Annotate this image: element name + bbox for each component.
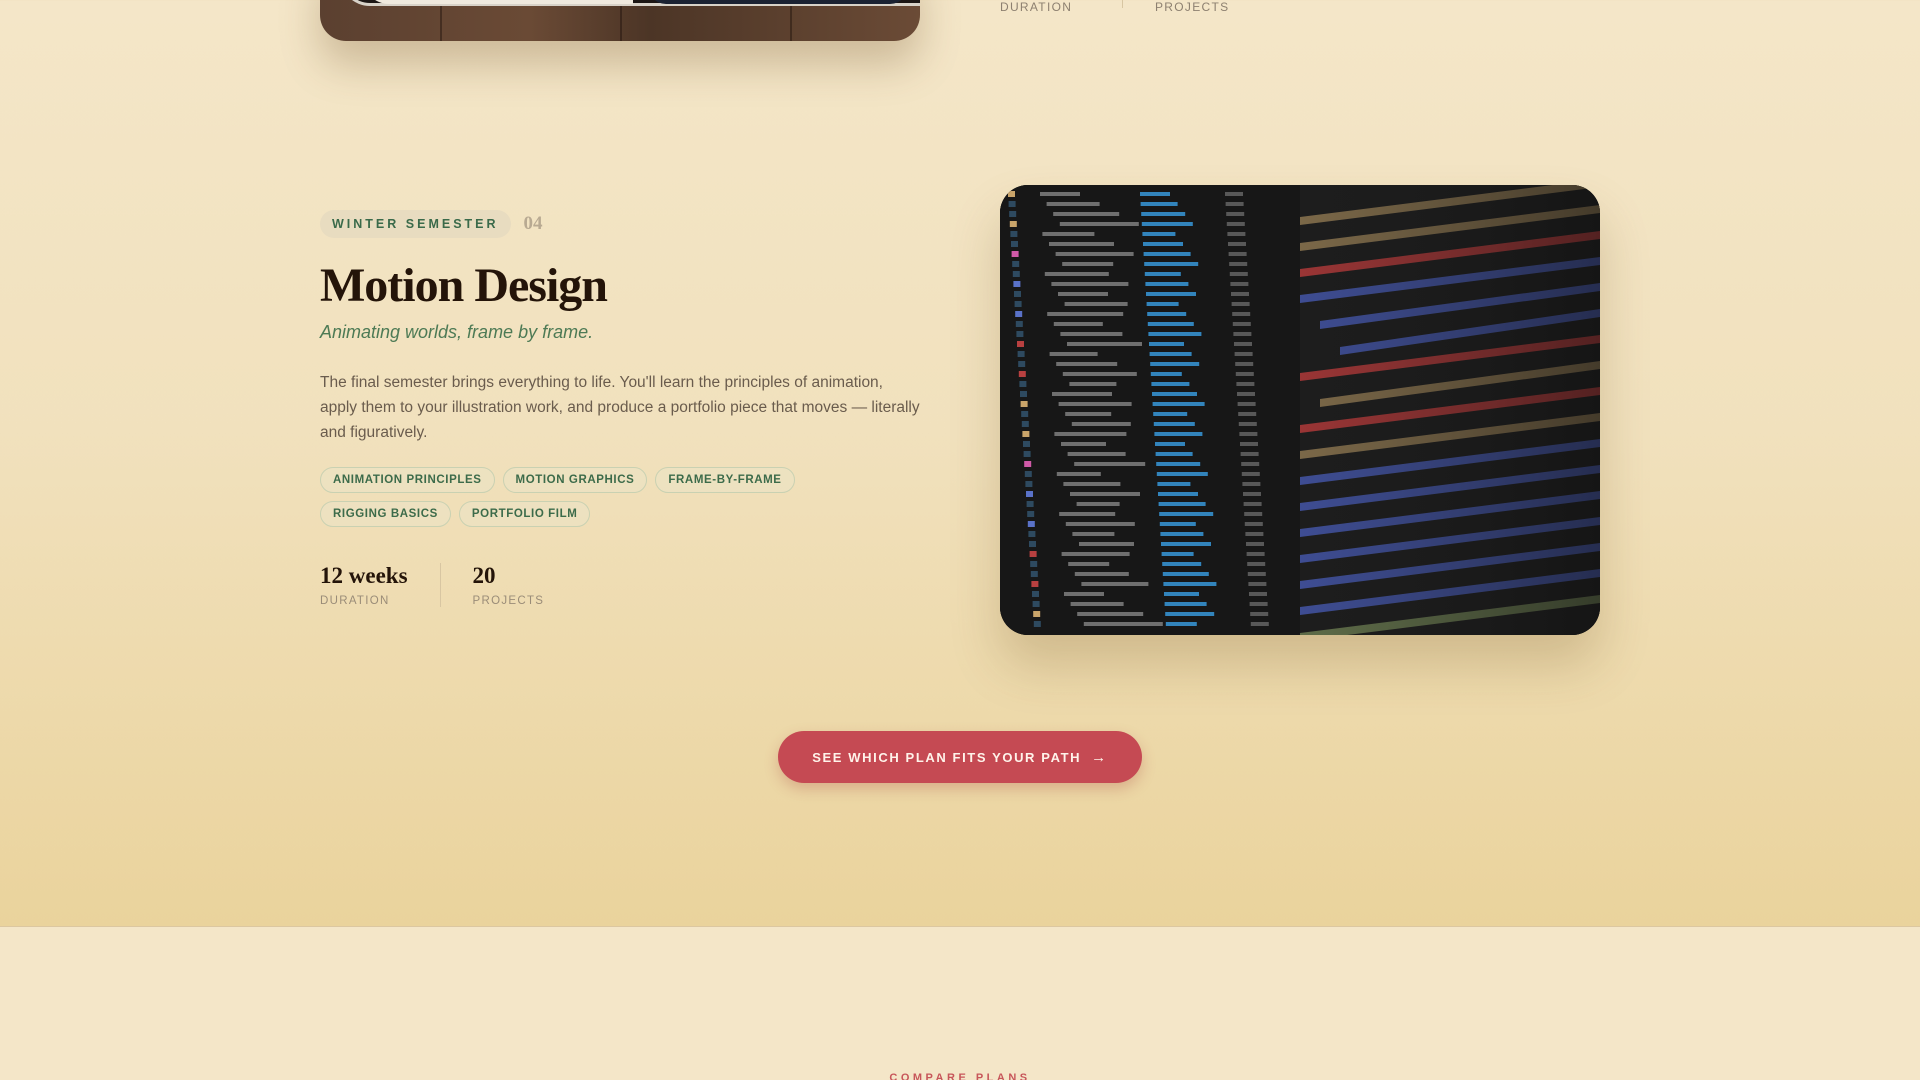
module-title: Motion Design [320, 259, 608, 312]
animation-timeline-image [1000, 185, 1600, 635]
compare-plans-button[interactable]: SEE WHICH PLAN FITS YOUR PATH → [778, 731, 1142, 783]
topic-tag: PORTFOLIO FILM [458, 501, 591, 527]
semester-badge: WINTER SEMESTER [320, 210, 511, 238]
duration-stat: 12 weeks DURATION [320, 563, 441, 607]
module-number: 04 [523, 213, 543, 234]
duration-label: DURATION [320, 595, 390, 607]
cta-label: SEE WHICH PLAN FITS YOUR PATH [812, 749, 1082, 765]
compare-plans-section: COMPARE PLANS [0, 926, 1920, 1080]
arrow-right-icon: → [1091, 748, 1108, 766]
topic-tag: MOTION GRAPHICS [502, 467, 648, 493]
topic-tags: ANIMATION PRINCIPLES MOTION GRAPHICS FRA… [320, 467, 930, 527]
section-eyebrow: COMPARE PLANS [889, 1072, 1031, 1080]
projects-stat: 20 PROJECTS [441, 563, 545, 607]
module-description: The final semester brings everything to … [320, 374, 920, 441]
previous-module-stats: DURATION PROJECTS [1000, 0, 1229, 14]
previous-projects-label: PROJECTS [1155, 0, 1230, 14]
previous-module-image [320, 0, 920, 41]
projects-label: PROJECTS [472, 595, 545, 607]
module-tagline: Animating worlds, frame by frame. [320, 322, 594, 342]
laptop-photo [340, 0, 920, 6]
module-stats: 12 weeks DURATION 20 PROJECTS [320, 563, 544, 607]
projects-value: 20 [472, 563, 496, 588]
previous-duration-label: DURATION [1000, 0, 1073, 14]
topic-tag: RIGGING BASICS [320, 501, 451, 527]
module-header: WINTER SEMESTER 04 [320, 210, 543, 238]
duration-value: 12 weeks [320, 563, 408, 588]
topic-tag: FRAME-BY-FRAME [655, 467, 795, 493]
topic-tag: ANIMATION PRINCIPLES [320, 467, 495, 493]
